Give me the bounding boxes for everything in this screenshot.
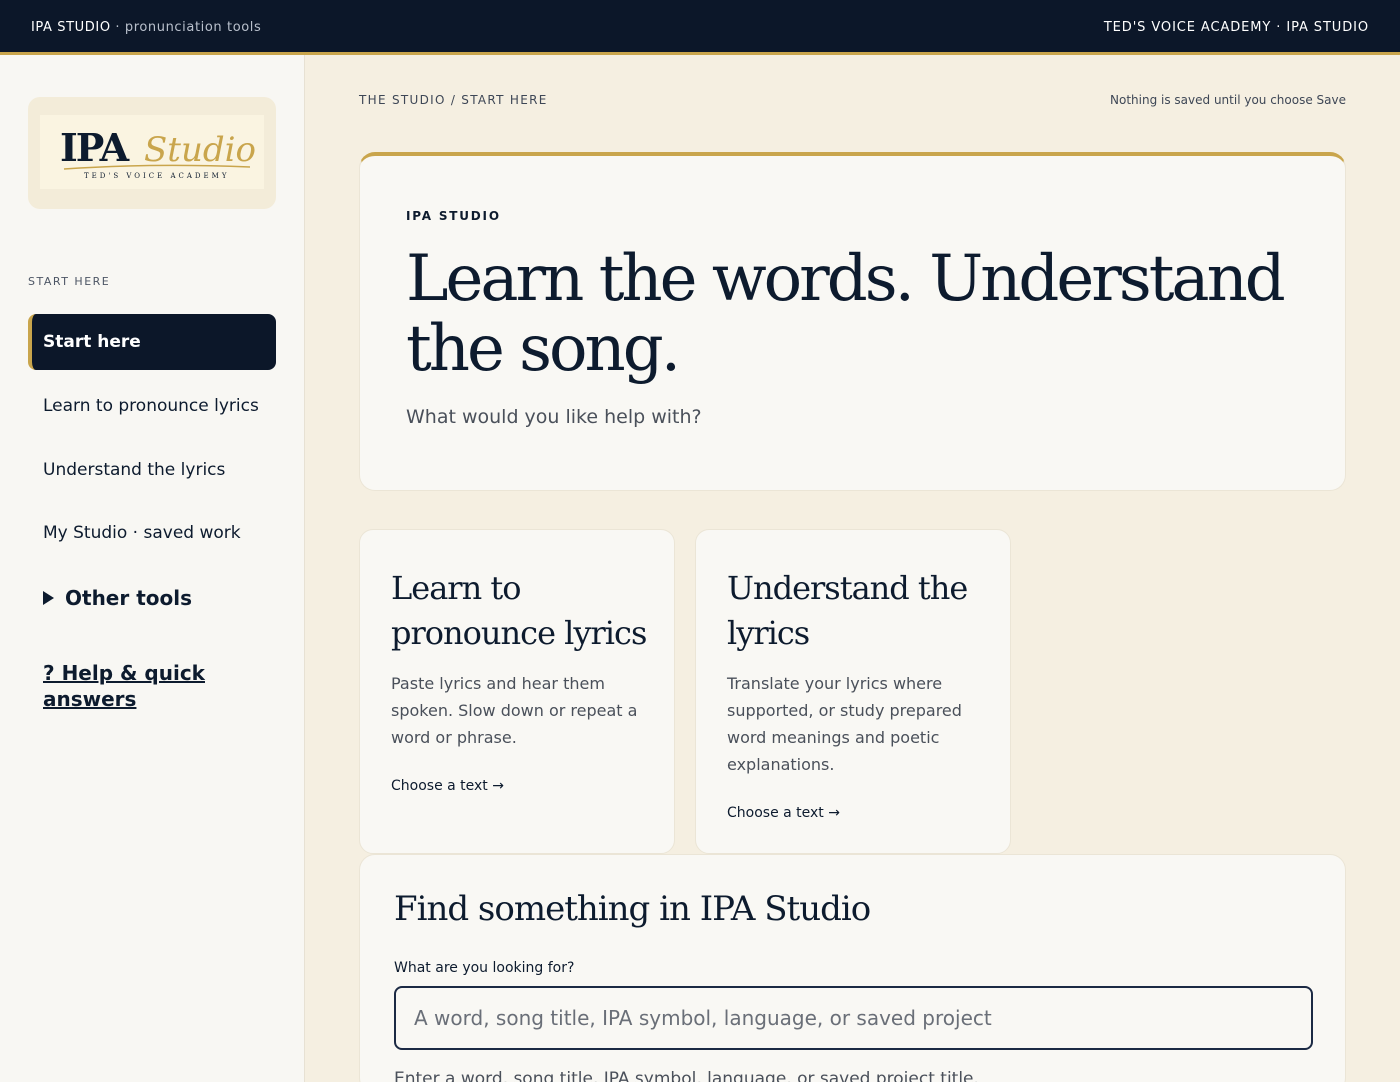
card-body: Paste lyrics and hear them spoken. Slow …: [391, 674, 638, 747]
breadcrumb: THE STUDIO / START HERE: [359, 93, 548, 107]
hero-lead: What would you like help with?: [406, 406, 702, 428]
sidebar-item-start-here[interactable]: Start here: [28, 314, 276, 370]
sidebar-heading: START HERE: [28, 275, 111, 288]
app-brand-name: IPA STUDIO: [31, 20, 111, 35]
hero-eyebrow: IPA STUDIO: [406, 209, 501, 223]
logo[interactable]: IPA Studio TED'S VOICE ACADEMY: [28, 97, 276, 209]
app-brand-subtitle: · pronunciation tools: [110, 20, 262, 35]
top-bar: IPA STUDIO · pronunciation tools TED'S V…: [0, 0, 1400, 55]
sidebar: IPA Studio TED'S VOICE ACADEMY START HER…: [0, 55, 305, 1082]
find-panel: Find something in IPA Studio What are yo…: [359, 854, 1346, 1082]
sidebar-item-label: My Studio · saved work: [43, 523, 241, 543]
sidebar-item-label: Learn to pronounce lyrics: [43, 396, 259, 416]
hero-panel: IPA STUDIO Learn the words. Understand t…: [359, 152, 1346, 491]
logo-script: Studio: [144, 130, 256, 170]
logo-word: IPA: [60, 125, 130, 170]
card-learn-to-pronounce[interactable]: Learn to pronounce lyrics Paste lyrics a…: [359, 529, 675, 854]
logo-tagline: TED'S VOICE ACADEMY: [84, 172, 229, 180]
help-link[interactable]: ? Help & quick answers: [43, 660, 243, 712]
academy-label: TED'S VOICE ACADEMY · IPA STUDIO: [1103, 20, 1369, 35]
choose-text-link[interactable]: Choose a text →: [727, 805, 840, 821]
card-title: Understand the lyrics: [727, 569, 968, 652]
page-title: Learn the words. Understand the song.: [406, 242, 1286, 386]
search-input[interactable]: [394, 986, 1313, 1050]
other-tools-toggle[interactable]: Other tools: [43, 586, 192, 610]
sidebar-item-understand-lyrics[interactable]: Understand the lyrics: [28, 442, 276, 498]
search-hint: Enter a word, song title, IPA symbol, la…: [394, 1069, 979, 1082]
sidebar-item-label: Start here: [43, 332, 141, 352]
choose-text-link[interactable]: Choose a text →: [391, 778, 504, 794]
logo-graphic: IPA Studio TED'S VOICE ACADEMY: [60, 125, 256, 180]
save-note: Nothing is saved until you choose Save: [1110, 93, 1346, 107]
find-title: Find something in IPA Studio: [394, 889, 871, 929]
sidebar-item-learn-to-pronounce[interactable]: Learn to pronounce lyrics: [28, 378, 276, 434]
card-understand-lyrics[interactable]: Understand the lyrics Translate your lyr…: [695, 529, 1011, 854]
logo-image: IPA Studio TED'S VOICE ACADEMY: [40, 115, 264, 189]
card-title: Learn to pronounce lyrics: [391, 569, 647, 652]
disclosure-triangle-icon: [43, 591, 54, 605]
search-label: What are you looking for?: [394, 960, 575, 976]
sidebar-item-my-studio[interactable]: My Studio · saved work: [28, 505, 276, 561]
app-brand: IPA STUDIO · pronunciation tools: [31, 20, 261, 35]
sidebar-item-label: Understand the lyrics: [43, 460, 226, 480]
other-tools-label: Other tools: [65, 586, 192, 610]
card-body: Translate your lyrics where supported, o…: [727, 674, 962, 774]
